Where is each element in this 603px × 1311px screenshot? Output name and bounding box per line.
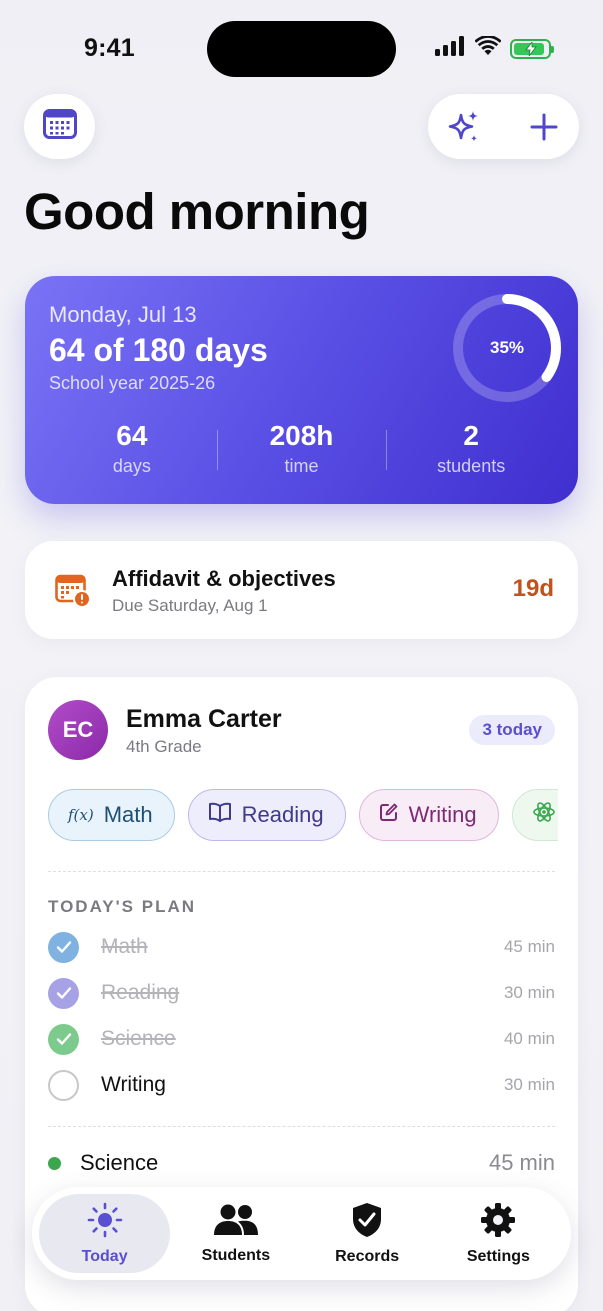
plan-item-duration: 45 min: [503, 937, 555, 956]
sparkles-icon: [446, 109, 482, 145]
plus-icon: [529, 112, 559, 142]
calendar-button[interactable]: [24, 94, 95, 159]
status-time: 9:41: [84, 34, 135, 62]
affidavit-title: Affidavit & objectives: [112, 566, 336, 591]
battery-icon: [510, 38, 554, 59]
tab-bar: Today Students Records Settings: [32, 1187, 571, 1280]
affidavit-due-date: Due Saturday, Aug 1: [112, 596, 268, 615]
people-icon: [212, 1203, 260, 1242]
page-title: Good morning: [24, 183, 370, 240]
stat-time: 208h time: [216, 420, 387, 477]
header-actions: [428, 94, 579, 159]
tab-settings[interactable]: Settings: [433, 1194, 564, 1273]
student-name: Emma Carter: [126, 705, 282, 733]
next-subject-row[interactable]: Science 45 min: [48, 1150, 555, 1176]
tab-label: Today: [81, 1247, 128, 1265]
stat-value: 64: [116, 420, 148, 451]
plan-item[interactable]: Reading 30 min: [48, 976, 555, 1010]
atom-icon: [532, 800, 556, 830]
plan-item-duration: 40 min: [503, 1029, 555, 1048]
dynamic-island: [207, 21, 396, 77]
subject-chip-writing[interactable]: Writing: [358, 789, 499, 841]
function-icon: f(x): [68, 806, 94, 824]
school-year-card[interactable]: Monday, Jul 13 64 of 180 days School yea…: [25, 276, 578, 504]
affidavit-countdown: 19d: [512, 575, 554, 602]
plan-item-name: Math: [101, 935, 148, 958]
calendar-alert-icon: [55, 574, 91, 613]
book-icon: [208, 802, 232, 828]
empty-checkbox-icon[interactable]: [48, 1069, 79, 1101]
affidavit-card[interactable]: Affidavit & objectives Due Saturday, Aug…: [25, 541, 578, 639]
gear-icon: [480, 1202, 516, 1243]
subject-chips: f(x) Math Reading Writing: [48, 789, 558, 843]
plan-item-name: Writing: [101, 1073, 166, 1096]
avatar: EC: [48, 700, 108, 760]
plan-item[interactable]: Science 40 min: [48, 1022, 555, 1056]
plan-heading: TODAY'S PLAN: [48, 897, 197, 916]
signal-icon: [435, 36, 466, 61]
edit-icon: [379, 802, 399, 828]
tab-students[interactable]: Students: [170, 1194, 301, 1273]
shield-check-icon: [351, 1202, 383, 1243]
stat-days: 64 days: [47, 420, 217, 477]
subject-chip-science[interactable]: [511, 789, 558, 841]
add-button[interactable]: [529, 112, 559, 142]
stats-row: 64 days 208h time 2 students: [47, 420, 556, 477]
stat-label: days: [112, 456, 151, 476]
status-bar: 9:41: [0, 0, 603, 96]
school-year: School year 2025-26: [49, 373, 216, 393]
stat-label: time: [284, 456, 319, 476]
divider: [48, 1126, 555, 1127]
progress-percent: 35%: [489, 338, 525, 357]
stat-value: 208h: [269, 420, 334, 451]
subject-chip-label: Math: [103, 802, 153, 827]
stat-label: students: [437, 456, 506, 476]
sparkles-button[interactable]: [446, 109, 482, 145]
next-subject-name: Science: [80, 1150, 159, 1175]
tab-label: Records: [335, 1247, 400, 1265]
checkmark-icon[interactable]: [48, 977, 79, 1009]
next-subject-duration: 45 min: [488, 1150, 555, 1175]
status-dot-icon: [48, 1156, 61, 1170]
divider: [48, 871, 555, 872]
stat-value: 2: [463, 420, 479, 451]
student-grade: 4th Grade: [126, 737, 202, 756]
wifi-icon: [474, 35, 502, 61]
plan-item-duration: 30 min: [503, 1075, 555, 1094]
subject-chip-reading[interactable]: Reading: [187, 789, 346, 841]
subject-chip-label: Reading: [241, 802, 324, 827]
plan-item[interactable]: Writing 30 min: [48, 1068, 555, 1102]
sun-icon: [87, 1202, 123, 1243]
current-date: Monday, Jul 13: [49, 302, 197, 327]
tab-label: Settings: [466, 1247, 530, 1265]
calendar-icon: [42, 109, 77, 144]
plan-item-duration: 30 min: [503, 983, 555, 1002]
checkmark-icon[interactable]: [48, 931, 79, 963]
checkmark-icon[interactable]: [48, 1023, 79, 1055]
plan-item-name: Science: [101, 1027, 176, 1050]
tab-records[interactable]: Records: [302, 1194, 433, 1273]
days-progress: 64 of 180 days: [49, 332, 268, 368]
tab-today[interactable]: Today: [39, 1194, 171, 1273]
plan-item[interactable]: Math 45 min: [48, 930, 555, 964]
plan-item-name: Reading: [101, 981, 180, 1004]
tab-label: Students: [201, 1246, 271, 1264]
today-count-badge: 3 today: [469, 715, 555, 745]
stat-students: 2 students: [386, 420, 556, 477]
subject-chip-math[interactable]: f(x) Math: [48, 789, 175, 841]
status-icons: [435, 35, 554, 61]
subject-chip-label: Writing: [408, 802, 477, 827]
